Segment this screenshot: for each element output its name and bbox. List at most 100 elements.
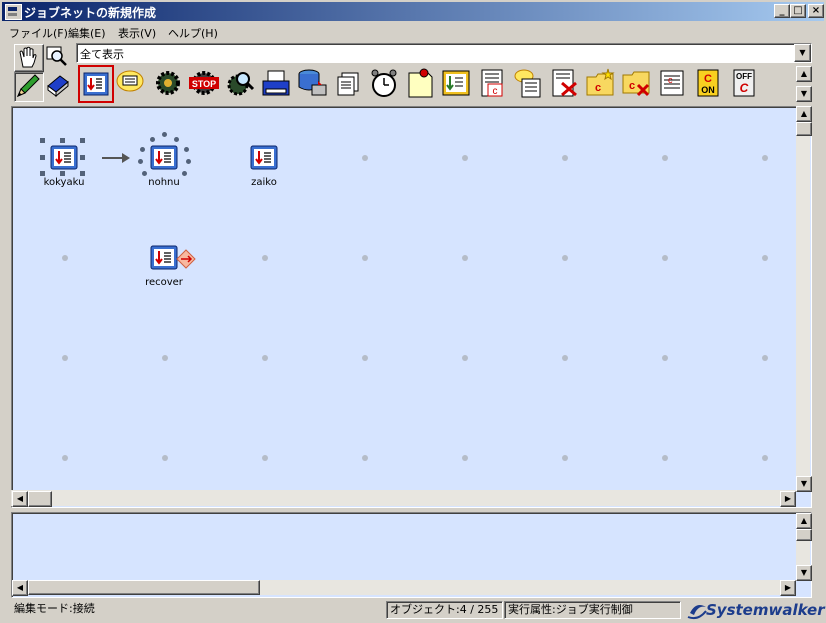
grid-dot [662, 455, 668, 461]
job-label: zaiko [251, 177, 277, 188]
link-handle[interactable] [174, 137, 179, 142]
grid-dot [462, 255, 468, 261]
menu-edit[interactable]: 編集(E) [68, 25, 106, 41]
off-label: OFF [736, 72, 752, 81]
grid-dot [662, 255, 668, 261]
link-handle[interactable] [142, 171, 147, 176]
grid-dot [562, 155, 568, 161]
toolbar: STOP c c c c C ON OFF C [76, 64, 794, 103]
grid-dot [762, 355, 768, 361]
scroll-thumb[interactable] [28, 580, 260, 595]
link-handle[interactable] [184, 147, 189, 152]
note-icon[interactable] [404, 67, 436, 99]
toolbar-scroll-down-button[interactable]: ▼ [796, 86, 812, 102]
grid-dot [262, 455, 268, 461]
selection-handle[interactable] [60, 171, 65, 176]
menu-view[interactable]: 表示(V) [118, 25, 156, 41]
maximize-button[interactable]: □ [790, 4, 806, 18]
scroll-down-button[interactable]: ▼ [796, 565, 812, 581]
hand-icon[interactable] [14, 44, 44, 72]
c-delete-icon[interactable] [548, 67, 580, 99]
zoom-icon[interactable] [44, 44, 70, 70]
c-on-icon[interactable]: C ON [692, 67, 724, 99]
job-c-icon[interactable] [440, 67, 472, 99]
chevron-down-icon[interactable]: ▼ [794, 44, 811, 62]
menu-help[interactable]: ヘルプ(H) [168, 25, 218, 41]
selection-handle[interactable] [40, 138, 45, 143]
job-label: kokyaku [43, 177, 85, 188]
link-handle[interactable] [162, 132, 167, 137]
job-icon[interactable] [50, 145, 78, 171]
scroll-thumb[interactable] [28, 491, 52, 507]
link-handle[interactable] [186, 159, 191, 164]
selection-handle[interactable] [80, 171, 85, 176]
link-handle[interactable] [182, 171, 187, 176]
grid-dot [562, 455, 568, 461]
filter-dropdown[interactable]: 全て表示 ▼ [76, 43, 812, 63]
toolbar-scroll-up-button[interactable]: ▲ [796, 66, 812, 82]
status-object-count: オブジェクト:4 / 255 [386, 601, 503, 619]
svg-text:c: c [668, 75, 673, 85]
printer-icon[interactable] [260, 67, 292, 99]
grid-dot [62, 355, 68, 361]
scroll-thumb[interactable] [796, 529, 812, 541]
minimize-button[interactable]: _ [774, 4, 790, 18]
filter-value: 全て表示 [80, 48, 124, 61]
scroll-right-button[interactable]: ▶ [780, 491, 796, 507]
message-c-icon[interactable] [512, 67, 544, 99]
scroll-down-button[interactable]: ▼ [796, 476, 812, 492]
scroll-up-button[interactable]: ▲ [796, 106, 812, 122]
message-icon[interactable] [114, 67, 146, 99]
selection-handle[interactable] [40, 171, 45, 176]
job-label: recover [145, 277, 183, 288]
folder-c-delete-icon[interactable]: c [620, 67, 652, 99]
grid-dot [362, 255, 368, 261]
grid-dot [262, 355, 268, 361]
jobnet-canvas[interactable]: kokyaku nohnu zaiko recover [11, 106, 812, 508]
canvas-vertical-scrollbar[interactable] [796, 106, 810, 490]
selection-handle[interactable] [40, 155, 45, 160]
title-bar: ジョブネットの新規作成 _ □ × [2, 2, 824, 21]
canvas-horizontal-scrollbar[interactable] [11, 490, 796, 506]
gear-job-icon[interactable] [152, 67, 184, 99]
on-label: ON [701, 85, 715, 95]
stop-icon[interactable]: STOP [188, 67, 220, 99]
list-c-icon[interactable]: c [656, 67, 688, 99]
scroll-left-button[interactable]: ◀ [12, 491, 28, 507]
scroll-right-button[interactable]: ▶ [780, 580, 796, 596]
job-icon[interactable] [150, 245, 178, 271]
document-c-icon[interactable]: c [476, 67, 508, 99]
link-handle[interactable] [150, 137, 155, 142]
close-button[interactable]: × [808, 4, 824, 18]
job-icon[interactable] [250, 145, 278, 171]
document-icon[interactable] [332, 67, 364, 99]
job-icon[interactable] [78, 65, 114, 103]
book-icon[interactable] [44, 72, 72, 100]
grid-dot [162, 355, 168, 361]
scroll-up-button[interactable]: ▲ [796, 513, 812, 529]
grid-dot [262, 255, 268, 261]
scroll-left-button[interactable]: ◀ [12, 580, 28, 596]
app-icon[interactable] [5, 4, 22, 20]
grid-dot [462, 455, 468, 461]
database-icon[interactable] [296, 67, 328, 99]
selection-handle[interactable] [80, 155, 85, 160]
svg-text:c: c [493, 86, 498, 97]
menu-bar: ファイル(F) 編集(E) 表示(V) ヘルプ(H) [2, 23, 824, 41]
svg-text:c: c [595, 82, 601, 94]
search-gear-icon[interactable] [224, 67, 256, 99]
link-handle[interactable] [140, 147, 145, 152]
c-off-icon[interactable]: OFF C [728, 67, 760, 99]
menu-file[interactable]: ファイル(F) [9, 25, 68, 41]
connection-arrow[interactable] [100, 151, 132, 165]
scroll-thumb[interactable] [796, 122, 812, 136]
folder-c-new-icon[interactable]: c [584, 67, 616, 99]
selection-handle[interactable] [80, 138, 85, 143]
selection-handle[interactable] [60, 138, 65, 143]
job-label: nohnu [148, 177, 180, 188]
alarm-clock-icon[interactable] [368, 67, 400, 99]
pencil-icon[interactable] [14, 72, 44, 102]
link-handle[interactable] [138, 159, 143, 164]
job-icon[interactable] [150, 145, 178, 171]
grid-dot [62, 455, 68, 461]
